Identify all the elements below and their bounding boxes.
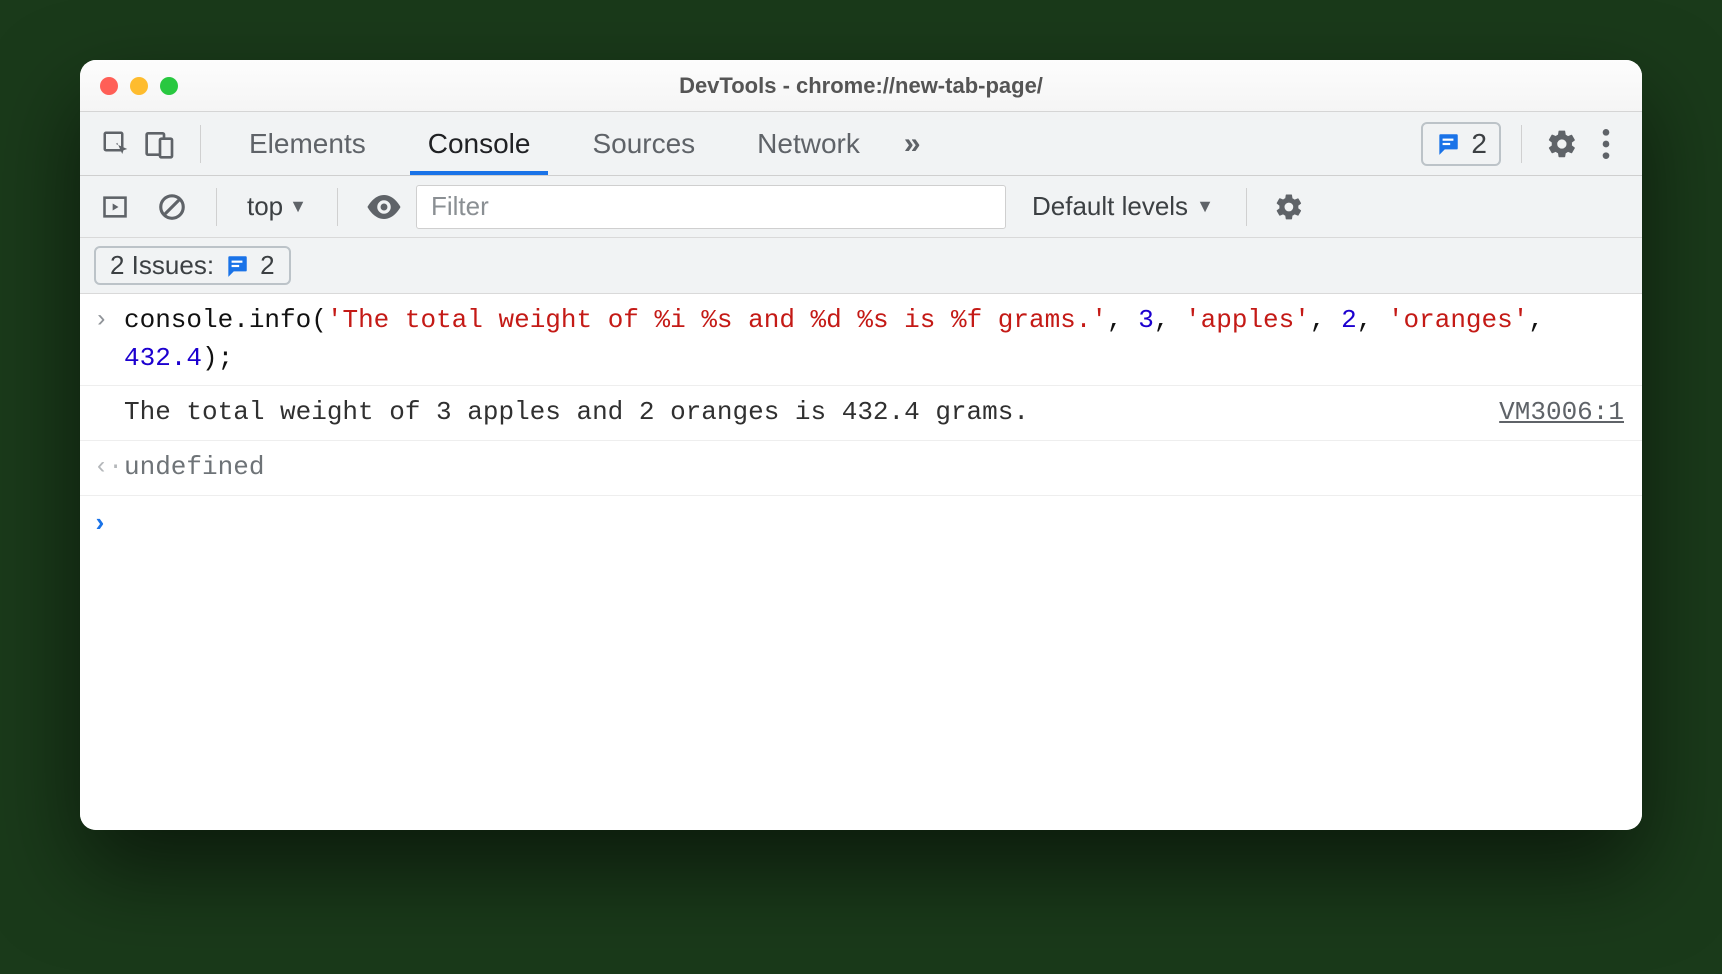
separator: [200, 125, 201, 163]
console-prompt: ›: [80, 496, 1642, 552]
issue-icon: [224, 253, 250, 279]
execution-context-selector[interactable]: top ▼: [239, 191, 315, 222]
tab-elements[interactable]: Elements: [221, 112, 394, 175]
levels-label: Default levels: [1032, 191, 1188, 222]
gutter-blank: [94, 394, 124, 432]
minimize-window-button[interactable]: [130, 77, 148, 95]
console-input-echo: › console.info('The total weight of %i %…: [80, 294, 1642, 386]
console-log-message: The total weight of 3 apples and 2 orang…: [80, 386, 1642, 441]
context-label: top: [247, 191, 283, 222]
dropdown-triangle-icon: ▼: [1196, 196, 1214, 217]
inspect-element-icon[interactable]: [98, 129, 134, 159]
issue-icon: [1435, 131, 1461, 157]
window-controls: [100, 77, 178, 95]
window-title: DevTools - chrome://new-tab-page/: [80, 73, 1642, 99]
tab-network[interactable]: Network: [729, 112, 888, 175]
console-toolbar: top ▼ Default levels ▼: [80, 176, 1642, 238]
log-levels-selector[interactable]: Default levels ▼: [1032, 191, 1214, 222]
filter-input[interactable]: [416, 185, 1006, 229]
return-value: undefined: [124, 449, 1624, 487]
issues-chip[interactable]: 2 Issues: 2: [94, 246, 291, 285]
issues-chip-count: 2: [260, 250, 274, 281]
titlebar: DevTools - chrome://new-tab-page/: [80, 60, 1642, 112]
return-caret-icon: ‹·: [94, 449, 124, 487]
input-code: console.info('The total weight of %i %s …: [124, 302, 1624, 377]
dropdown-triangle-icon: ▼: [289, 196, 307, 217]
source-link[interactable]: VM3006:1: [1499, 394, 1624, 432]
devtools-window: DevTools - chrome://new-tab-page/ Elemen…: [80, 60, 1642, 830]
zoom-window-button[interactable]: [160, 77, 178, 95]
console-input[interactable]: [122, 506, 1624, 544]
toggle-console-sidebar-icon[interactable]: [98, 193, 132, 221]
tab-console[interactable]: Console: [400, 112, 559, 175]
more-tabs-icon[interactable]: »: [894, 127, 931, 161]
main-tabbar: Elements Console Sources Network » 2: [80, 112, 1642, 176]
console-return-value: ‹· undefined: [80, 441, 1642, 496]
live-expression-eye-icon[interactable]: [360, 195, 408, 219]
separator: [1246, 188, 1247, 226]
close-window-button[interactable]: [100, 77, 118, 95]
issues-bar: 2 Issues: 2: [80, 238, 1642, 294]
separator: [1521, 125, 1522, 163]
console-output: › console.info('The total weight of %i %…: [80, 294, 1642, 830]
issues-counter[interactable]: 2: [1421, 122, 1501, 166]
separator: [216, 188, 217, 226]
prompt-caret-icon: ›: [92, 506, 122, 544]
clear-console-icon[interactable]: [150, 192, 194, 222]
issues-count: 2: [1471, 128, 1487, 160]
tab-sources[interactable]: Sources: [564, 112, 723, 175]
separator: [337, 188, 338, 226]
kebab-menu-icon[interactable]: [1588, 129, 1624, 159]
log-text: The total weight of 3 apples and 2 orang…: [124, 394, 1481, 432]
settings-gear-icon[interactable]: [1542, 128, 1582, 160]
input-caret-icon: ›: [94, 302, 124, 377]
device-toolbar-icon[interactable]: [140, 129, 180, 159]
console-settings-gear-icon[interactable]: [1269, 192, 1309, 222]
issues-label: 2 Issues:: [110, 250, 214, 281]
